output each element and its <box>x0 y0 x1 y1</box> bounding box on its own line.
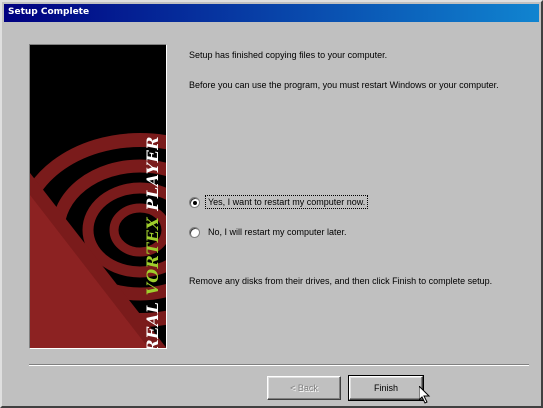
radio-unselected-icon[interactable] <box>189 226 200 238</box>
restart-required-message: Before you can use the program, you must… <box>189 80 499 90</box>
product-word: VORTEX <box>143 216 162 296</box>
copy-finished-message: Setup has finished copying files to your… <box>189 50 388 60</box>
restart-later-option[interactable]: No, I will restart my computer later. <box>189 224 349 240</box>
radio-selected-icon[interactable] <box>189 196 200 208</box>
brand-word: AUREAL <box>143 301 162 349</box>
setup-complete-dialog: Setup Complete TM AUREAL VORTEX PLAYER S… <box>0 0 543 408</box>
restart-now-label[interactable]: Yes, I want to restart my computer now. <box>204 195 369 209</box>
remove-disks-message: Remove any disks from their drives, and … <box>189 276 493 286</box>
restart-later-label[interactable]: No, I will restart my computer later. <box>206 226 349 238</box>
dialog-title: Setup Complete <box>4 4 539 22</box>
finish-button[interactable]: Finish <box>348 375 424 401</box>
back-button[interactable]: < Back <box>267 376 341 400</box>
product-banner: TM AUREAL VORTEX PLAYER <box>29 44 167 349</box>
restart-now-option[interactable]: Yes, I want to restart my computer now. <box>189 194 369 210</box>
arrow-cursor-icon <box>419 386 431 404</box>
product-name-vertical: AUREAL VORTEX PLAYER <box>143 135 162 349</box>
player-word: PLAYER <box>143 135 162 211</box>
button-separator <box>29 364 529 366</box>
